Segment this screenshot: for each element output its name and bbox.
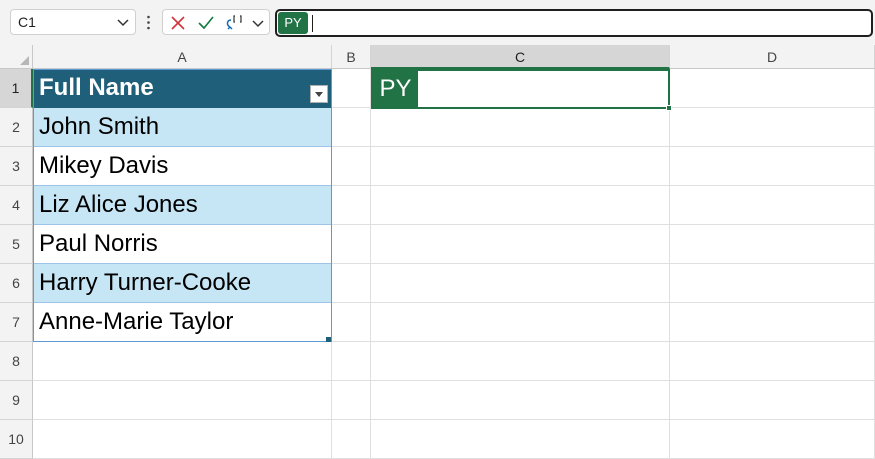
- cell-d1[interactable]: [670, 69, 875, 108]
- more-options-icon[interactable]: [147, 15, 150, 30]
- table-row[interactable]: Harry Turner-Cooke: [33, 264, 332, 303]
- formula-input[interactable]: PY: [275, 9, 873, 37]
- row-header-1[interactable]: 1: [0, 69, 33, 108]
- cell-c8[interactable]: [371, 342, 670, 381]
- python-mode-icon[interactable]: [225, 14, 247, 32]
- table-resize-handle[interactable]: [326, 337, 331, 342]
- select-all-icon: [20, 56, 29, 65]
- python-badge: PY: [278, 12, 308, 34]
- select-all-button[interactable]: [0, 45, 33, 69]
- cell-d9[interactable]: [670, 381, 875, 420]
- row-header-6[interactable]: 6: [0, 264, 33, 303]
- row-header-10[interactable]: 10: [0, 420, 33, 459]
- cell-b1[interactable]: [332, 69, 371, 108]
- cell-b3[interactable]: [332, 147, 371, 186]
- column-header-c[interactable]: C: [371, 45, 670, 69]
- cell-b7[interactable]: [332, 303, 371, 342]
- cell-a9[interactable]: [33, 381, 332, 420]
- cell-b9[interactable]: [332, 381, 371, 420]
- cell-c4[interactable]: [371, 186, 670, 225]
- row-header-8[interactable]: 8: [0, 342, 33, 381]
- table-row[interactable]: Liz Alice Jones: [33, 186, 332, 225]
- cell-c9[interactable]: [371, 381, 670, 420]
- table-header-full-name[interactable]: Full Name: [33, 69, 332, 108]
- chevron-down-icon[interactable]: [251, 14, 265, 32]
- table-row[interactable]: Mikey Davis: [33, 147, 332, 186]
- table-row[interactable]: John Smith: [33, 108, 332, 147]
- cell-d4[interactable]: [670, 186, 875, 225]
- row-header-7[interactable]: 7: [0, 303, 33, 342]
- cell-c10[interactable]: [371, 420, 670, 459]
- cell-b5[interactable]: [332, 225, 371, 264]
- text-caret: [312, 15, 313, 32]
- cell-d10[interactable]: [670, 420, 875, 459]
- row-header-4[interactable]: 4: [0, 186, 33, 225]
- cell-a10[interactable]: [33, 420, 332, 459]
- cell-d6[interactable]: [670, 264, 875, 303]
- cell-b10[interactable]: [332, 420, 371, 459]
- filter-dropdown-button[interactable]: [310, 85, 328, 103]
- cell-d2[interactable]: [670, 108, 875, 147]
- cell-b6[interactable]: [332, 264, 371, 303]
- cell-c3[interactable]: [371, 147, 670, 186]
- filter-arrow-icon: [315, 92, 323, 97]
- fill-handle[interactable]: [666, 105, 672, 111]
- enter-check-icon[interactable]: [197, 14, 215, 32]
- column-header-b[interactable]: B: [332, 45, 371, 69]
- cell-d3[interactable]: [670, 147, 875, 186]
- cell-c5[interactable]: [371, 225, 670, 264]
- cell-b8[interactable]: [332, 342, 371, 381]
- cell-b4[interactable]: [332, 186, 371, 225]
- chevron-down-icon[interactable]: [117, 18, 129, 28]
- cell-b2[interactable]: [332, 108, 371, 147]
- table-row[interactable]: Anne-Marie Taylor: [33, 303, 332, 342]
- active-cell-c1[interactable]: PY: [371, 69, 670, 109]
- cell-d5[interactable]: [670, 225, 875, 264]
- cell-d8[interactable]: [670, 342, 875, 381]
- row-header-9[interactable]: 9: [0, 381, 33, 420]
- column-header-d[interactable]: D: [670, 45, 875, 69]
- cell-c2[interactable]: [371, 108, 670, 147]
- cell-d7[interactable]: [670, 303, 875, 342]
- cell-c6[interactable]: [371, 264, 670, 303]
- spreadsheet-grid: A B C D 1 2 3 4 5 6 7 8 9 10 Full Name J…: [0, 45, 875, 459]
- cell-a8[interactable]: [33, 342, 332, 381]
- formula-controls: [162, 9, 270, 35]
- column-header-a[interactable]: A: [33, 45, 332, 69]
- row-header-3[interactable]: 3: [0, 147, 33, 186]
- python-cell-badge: PY: [373, 71, 418, 107]
- cancel-icon[interactable]: [169, 14, 187, 32]
- cell-c7[interactable]: [371, 303, 670, 342]
- row-header-5[interactable]: 5: [0, 225, 33, 264]
- formula-bar: C1 PY: [0, 0, 875, 45]
- row-header-2[interactable]: 2: [0, 108, 33, 147]
- name-box[interactable]: C1: [10, 9, 136, 35]
- name-box-value: C1: [18, 14, 36, 30]
- table-row[interactable]: Paul Norris: [33, 225, 332, 264]
